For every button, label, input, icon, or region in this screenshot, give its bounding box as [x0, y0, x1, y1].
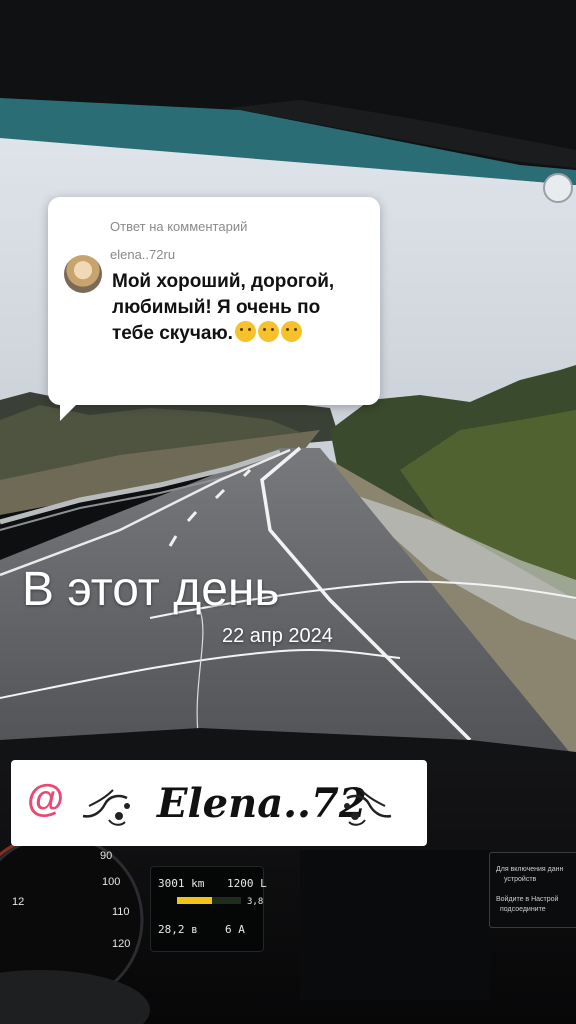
mention-name: Elena..72 — [157, 780, 367, 827]
avatar — [64, 255, 102, 293]
side-value: 3,8 — [247, 897, 264, 907]
flourish-right-icon — [344, 789, 392, 826]
odometer: 3001 km — [158, 877, 205, 890]
video-frame: Ответ на комментарий elena..72ru Мой хор… — [0, 0, 576, 1024]
current: 6 А — [225, 923, 245, 936]
speed-tick: 120 — [112, 938, 131, 950]
fuel-gauge — [177, 897, 241, 904]
reply-username: elena..72ru — [110, 247, 176, 262]
teary-face-icon — [280, 321, 302, 342]
fuel-range: 1200 L — [227, 877, 267, 890]
speed-tick: 110 — [112, 906, 130, 918]
teary-face-icon — [257, 321, 279, 342]
reply-header: Ответ на комментарий — [110, 219, 248, 234]
notice-line: Для включения данн — [496, 866, 564, 873]
comment-reply-card[interactable]: Ответ на комментарий elena..72ru Мой хор… — [48, 197, 380, 421]
notice-line: Войдите в Настрой — [496, 896, 559, 903]
gear-readout: 12 — [12, 896, 25, 908]
speed-tick: 100 — [102, 876, 121, 888]
mention-sticker[interactable]: @ Elena..72 — [11, 760, 427, 846]
at-icon: @ — [27, 778, 65, 820]
memory-title: В этот день — [22, 563, 280, 616]
notice-line: устройств — [504, 876, 537, 883]
notice-line: подсоедините — [500, 906, 546, 913]
flourish-left-icon — [82, 789, 130, 826]
reply-message: Мой хороший, дорогой, любимый! Я очень п… — [112, 269, 367, 347]
trip-display: 3001 km 1200 L 3,8 28,2 в 6 А — [150, 866, 267, 952]
memory-date: 22 апр 2024 — [222, 625, 333, 647]
speed-tick: 90 — [100, 850, 113, 862]
fuel-gauge-fill — [177, 897, 213, 904]
emoji-group — [234, 321, 304, 347]
device-notice: Для включения данн устройств Войдите в Н… — [489, 852, 576, 928]
voltage: 28,2 в — [158, 923, 198, 936]
kissing-face-icon — [234, 321, 256, 342]
